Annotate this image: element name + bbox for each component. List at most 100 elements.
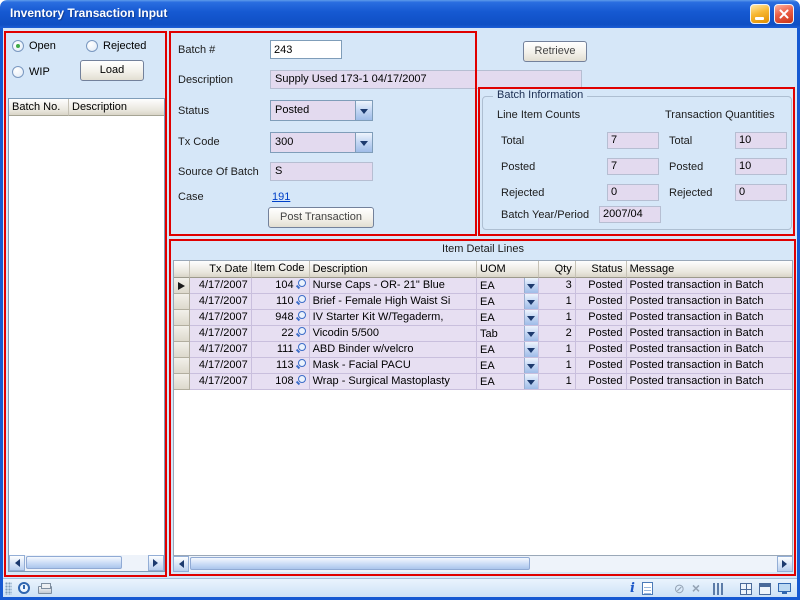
detail-table[interactable]: Tx Date Item Code Description UOM Qty St… — [173, 260, 793, 556]
header-status[interactable]: Status — [576, 261, 627, 278]
cell-status[interactable]: Posted — [576, 278, 627, 294]
cell-message[interactable]: Posted transaction in Batch — [627, 342, 792, 358]
tx-code-select[interactable]: 300 — [270, 132, 373, 153]
close-button[interactable] — [774, 4, 794, 24]
cell-uom[interactable]: EA — [477, 374, 539, 390]
uom-dropdown-arrow-icon[interactable] — [524, 294, 538, 309]
uom-dropdown-arrow-icon[interactable] — [524, 310, 538, 325]
scroll-track[interactable] — [25, 555, 148, 571]
batch-list-header-description[interactable]: Description — [69, 99, 164, 116]
scroll-left-arrow[interactable] — [173, 556, 189, 572]
radio-open[interactable]: Open — [12, 40, 56, 52]
cell-tx-date[interactable]: 4/17/2007 — [190, 342, 252, 358]
cell-description[interactable]: Brief - Female High Waist Si — [310, 294, 477, 310]
title-bar[interactable]: Inventory Transaction Input — [0, 0, 800, 28]
row-selector-cell[interactable] — [174, 358, 190, 374]
row-selector-cell[interactable] — [174, 310, 190, 326]
load-button[interactable]: Load — [80, 60, 144, 81]
uom-dropdown-arrow-icon[interactable] — [524, 374, 538, 389]
minimize-button[interactable] — [750, 4, 770, 24]
scroll-right-arrow[interactable] — [777, 556, 793, 572]
magnifier-lookup-icon[interactable] — [296, 327, 307, 338]
cell-item-code[interactable]: 948 — [252, 310, 310, 326]
cell-qty[interactable]: 2 — [539, 326, 576, 342]
radio-rejected[interactable]: Rejected — [86, 40, 146, 52]
detail-row[interactable]: 4/17/2007 22 Vicodin 5/500 Tab 2 Posted … — [174, 326, 792, 342]
cell-item-code[interactable]: 111 — [252, 342, 310, 358]
cell-description[interactable]: Nurse Caps - OR- 21" Blue — [310, 278, 477, 294]
detail-row[interactable]: 4/17/2007 111 ABD Binder w/velcro EA 1 P… — [174, 342, 792, 358]
cell-tx-date[interactable]: 4/17/2007 — [190, 326, 252, 342]
cell-message[interactable]: Posted transaction in Batch — [627, 326, 792, 342]
post-transaction-button[interactable]: Post Transaction — [268, 207, 374, 228]
uom-dropdown-arrow-icon[interactable] — [524, 326, 538, 341]
cell-qty[interactable]: 1 — [539, 294, 576, 310]
cell-status[interactable]: Posted — [576, 374, 627, 390]
cell-item-code[interactable]: 113 — [252, 358, 310, 374]
window-layout-icon[interactable] — [759, 583, 771, 595]
status-select[interactable]: Posted — [270, 100, 373, 121]
cell-uom[interactable]: EA — [477, 358, 539, 374]
row-selector-cell[interactable] — [174, 294, 190, 310]
header-qty[interactable]: Qty — [539, 261, 576, 278]
row-selector-cell[interactable] — [174, 326, 190, 342]
cell-description[interactable]: Vicodin 5/500 — [310, 326, 477, 342]
cell-uom[interactable]: EA — [477, 342, 539, 358]
delete-icon[interactable]: × — [692, 582, 700, 595]
cell-qty[interactable]: 1 — [539, 310, 576, 326]
cell-message[interactable]: Posted transaction in Batch — [627, 358, 792, 374]
cell-qty[interactable]: 1 — [539, 358, 576, 374]
detail-row[interactable]: 4/17/2007 113 Mask - Facial PACU EA 1 Po… — [174, 358, 792, 374]
scroll-track[interactable] — [189, 556, 777, 572]
cell-tx-date[interactable]: 4/17/2007 — [190, 310, 252, 326]
cell-message[interactable]: Posted transaction in Batch — [627, 310, 792, 326]
grid-icon[interactable] — [740, 583, 752, 595]
case-link[interactable]: 191 — [272, 191, 290, 203]
batch-list-header-batch-no[interactable]: Batch No. — [9, 99, 69, 116]
cell-tx-date[interactable]: 4/17/2007 — [190, 294, 252, 310]
status-dropdown-arrow-icon[interactable] — [355, 101, 372, 120]
cell-tx-date[interactable]: 4/17/2007 — [190, 278, 252, 294]
header-uom[interactable]: UOM — [477, 261, 539, 278]
columns-icon[interactable] — [713, 583, 723, 595]
header-description[interactable]: Description — [310, 261, 477, 278]
cell-status[interactable]: Posted — [576, 326, 627, 342]
row-selector-cell[interactable] — [174, 374, 190, 390]
cell-description[interactable]: ABD Binder w/velcro — [310, 342, 477, 358]
batch-list[interactable]: Batch No. Description — [8, 98, 165, 572]
cell-message[interactable]: Posted transaction in Batch — [627, 374, 792, 390]
source-of-batch-field[interactable]: S — [270, 162, 373, 181]
magnifier-lookup-icon[interactable] — [296, 295, 307, 306]
row-selector-cell[interactable] — [174, 342, 190, 358]
cell-status[interactable]: Posted — [576, 310, 627, 326]
magnifier-lookup-icon[interactable] — [296, 279, 307, 290]
magnifier-lookup-icon[interactable] — [296, 375, 307, 386]
cell-item-code[interactable]: 22 — [252, 326, 310, 342]
toolbar-grip[interactable] — [5, 582, 12, 595]
detail-row[interactable]: 4/17/2007 104 Nurse Caps - OR- 21" Blue … — [174, 278, 792, 294]
cell-status[interactable]: Posted — [576, 358, 627, 374]
description-field[interactable]: Supply Used 173-1 04/17/2007 — [270, 70, 582, 89]
magnifier-lookup-icon[interactable] — [296, 343, 307, 354]
cancel-icon[interactable]: ⊘ — [674, 582, 685, 595]
detail-hscrollbar[interactable] — [173, 556, 793, 572]
radio-wip[interactable]: WIP — [12, 66, 50, 78]
info-icon[interactable]: i — [630, 582, 635, 595]
cell-uom[interactable]: Tab — [477, 326, 539, 342]
detail-row[interactable]: 4/17/2007 948 IV Starter Kit W/Tegaderm,… — [174, 310, 792, 326]
cell-uom[interactable]: EA — [477, 294, 539, 310]
cell-uom[interactable]: EA — [477, 278, 539, 294]
printer-icon[interactable] — [38, 586, 52, 594]
detail-row[interactable]: 4/17/2007 108 Wrap - Surgical Mastoplast… — [174, 374, 792, 390]
scroll-thumb[interactable] — [190, 557, 530, 570]
header-item-code[interactable]: Item Code — [252, 261, 310, 278]
header-message[interactable]: Message — [627, 261, 792, 278]
computer-icon[interactable] — [778, 583, 791, 592]
cell-qty[interactable]: 1 — [539, 342, 576, 358]
uom-dropdown-arrow-icon[interactable] — [524, 342, 538, 357]
uom-dropdown-arrow-icon[interactable] — [524, 278, 538, 293]
cell-status[interactable]: Posted — [576, 294, 627, 310]
cell-uom[interactable]: EA — [477, 310, 539, 326]
scroll-left-arrow[interactable] — [9, 555, 25, 571]
scroll-thumb[interactable] — [26, 556, 122, 569]
